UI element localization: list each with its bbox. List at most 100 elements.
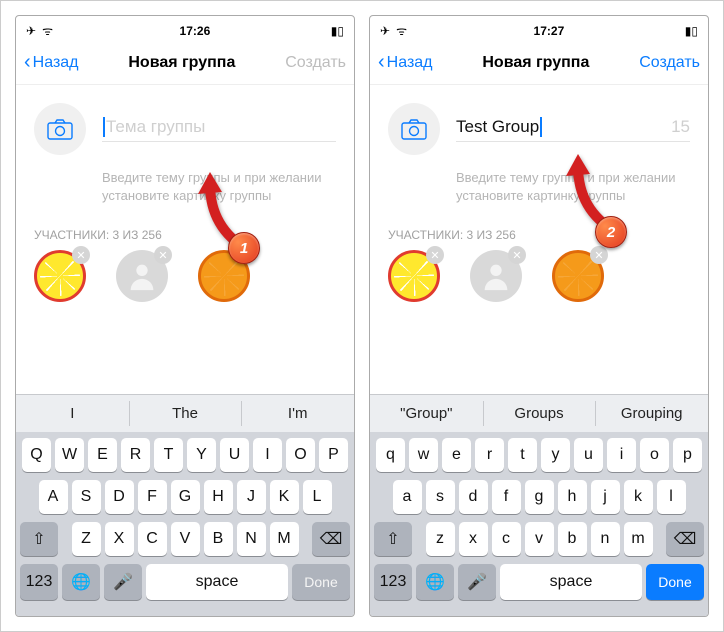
letter-key[interactable]: y [541, 438, 570, 472]
shift-key[interactable]: ⇧ [374, 522, 412, 556]
letter-key[interactable]: c [492, 522, 521, 556]
letter-key[interactable]: T [154, 438, 183, 472]
status-left: ✈︎ᯤ [26, 22, 59, 39]
letter-key[interactable]: j [591, 480, 620, 514]
letter-key[interactable]: L [303, 480, 332, 514]
back-button[interactable]: ‹Назад [24, 51, 79, 74]
participant-avatar[interactable]: ✕ [388, 250, 440, 302]
group-photo-button[interactable] [34, 103, 86, 155]
letter-key[interactable]: I [253, 438, 282, 472]
letter-key[interactable]: J [237, 480, 266, 514]
letter-key[interactable]: V [171, 522, 200, 556]
create-button[interactable]: Создать [639, 54, 700, 72]
screenshot-right: ✈︎ᯤ 17:27 ▮▯ ‹Назад Новая группа Создать… [369, 15, 709, 617]
letter-key[interactable]: P [319, 438, 348, 472]
letter-key[interactable]: q [376, 438, 405, 472]
letter-key[interactable]: S [72, 480, 101, 514]
remove-icon[interactable]: ✕ [590, 246, 608, 264]
suggestion[interactable]: Grouping [595, 395, 708, 432]
wifi-icon: ᯤ [42, 24, 53, 38]
letter-key[interactable]: Z [72, 522, 101, 556]
suggestion[interactable]: Groups [483, 395, 596, 432]
remove-icon[interactable]: ✕ [72, 246, 90, 264]
letter-key[interactable]: N [237, 522, 266, 556]
group-subject-input[interactable]: Test Group 15 [456, 117, 690, 142]
letter-key[interactable]: g [525, 480, 554, 514]
letter-key[interactable]: D [105, 480, 134, 514]
letter-key[interactable]: l [657, 480, 686, 514]
letter-key[interactable]: W [55, 438, 84, 472]
letter-key[interactable]: R [121, 438, 150, 472]
suggestion[interactable]: The [129, 395, 242, 432]
letter-key[interactable]: A [39, 480, 68, 514]
done-key[interactable]: Done [646, 564, 704, 600]
space-key[interactable]: space [500, 564, 642, 600]
remove-icon[interactable]: ✕ [154, 246, 172, 264]
letter-key[interactable]: v [525, 522, 554, 556]
backspace-key[interactable]: ⌫ [666, 522, 704, 556]
letter-key[interactable]: r [475, 438, 504, 472]
letter-key[interactable]: o [640, 438, 669, 472]
letter-key[interactable]: C [138, 522, 167, 556]
group-photo-button[interactable] [388, 103, 440, 155]
letter-key[interactable]: e [442, 438, 471, 472]
participant-avatar[interactable]: ✕ [470, 250, 522, 302]
back-button[interactable]: ‹Назад [378, 51, 433, 74]
letter-key[interactable]: a [393, 480, 422, 514]
participant-avatar[interactable]: ✕ [552, 250, 604, 302]
letter-key[interactable]: G [171, 480, 200, 514]
suggestion[interactable]: I'm [241, 395, 354, 432]
letter-key[interactable]: F [138, 480, 167, 514]
letter-key[interactable]: H [204, 480, 233, 514]
letter-key[interactable]: O [286, 438, 315, 472]
letter-key[interactable]: M [270, 522, 299, 556]
camera-icon [401, 118, 427, 140]
letter-key[interactable]: w [409, 438, 438, 472]
letter-key[interactable]: n [591, 522, 620, 556]
backspace-key[interactable]: ⌫ [312, 522, 350, 556]
letter-key[interactable]: k [624, 480, 653, 514]
letter-key[interactable]: h [558, 480, 587, 514]
letter-key[interactable]: s [426, 480, 455, 514]
remove-icon[interactable]: ✕ [426, 246, 444, 264]
key-row-1: QWERTYUIOP [20, 438, 350, 472]
letter-key[interactable]: x [459, 522, 488, 556]
letter-key[interactable]: B [204, 522, 233, 556]
space-key[interactable]: space [146, 564, 288, 600]
suggestion[interactable]: "Group" [370, 395, 483, 432]
letter-key[interactable]: f [492, 480, 521, 514]
remove-icon[interactable]: ✕ [508, 246, 526, 264]
globe-key[interactable]: 🌐 [62, 564, 100, 600]
participant-avatar[interactable]: ✕ [34, 250, 86, 302]
letter-key[interactable]: Y [187, 438, 216, 472]
globe-key[interactable]: 🌐 [416, 564, 454, 600]
letter-key[interactable]: X [105, 522, 134, 556]
done-key[interactable]: Done [292, 564, 350, 600]
letter-key[interactable]: u [574, 438, 603, 472]
shift-key[interactable]: ⇧ [20, 522, 58, 556]
letter-key[interactable]: m [624, 522, 653, 556]
letter-key[interactable]: E [88, 438, 117, 472]
suggestion[interactable]: I [16, 395, 129, 432]
letter-key[interactable]: b [558, 522, 587, 556]
letter-key[interactable]: U [220, 438, 249, 472]
status-time: 17:27 [534, 24, 565, 38]
letter-key[interactable]: z [426, 522, 455, 556]
letter-key[interactable]: K [270, 480, 299, 514]
nav-title: Новая группа [482, 54, 589, 72]
mic-key[interactable]: 🎤 [458, 564, 496, 600]
participants-row: ✕ ✕ ✕ [370, 250, 708, 314]
create-button[interactable]: Создать [285, 54, 346, 72]
mic-key[interactable]: 🎤 [104, 564, 142, 600]
letter-key[interactable]: Q [22, 438, 51, 472]
letter-key[interactable]: i [607, 438, 636, 472]
participant-avatar[interactable]: ✕ [116, 250, 168, 302]
letter-key[interactable]: t [508, 438, 537, 472]
group-subject-input[interactable]: Тема группы [102, 117, 336, 142]
key-row-2: asdfghjkl [374, 480, 704, 514]
letter-key[interactable]: d [459, 480, 488, 514]
letter-key[interactable]: p [673, 438, 702, 472]
numbers-key[interactable]: 123 [374, 564, 412, 600]
nav-bar: ‹Назад Новая группа Создать [16, 45, 354, 85]
numbers-key[interactable]: 123 [20, 564, 58, 600]
